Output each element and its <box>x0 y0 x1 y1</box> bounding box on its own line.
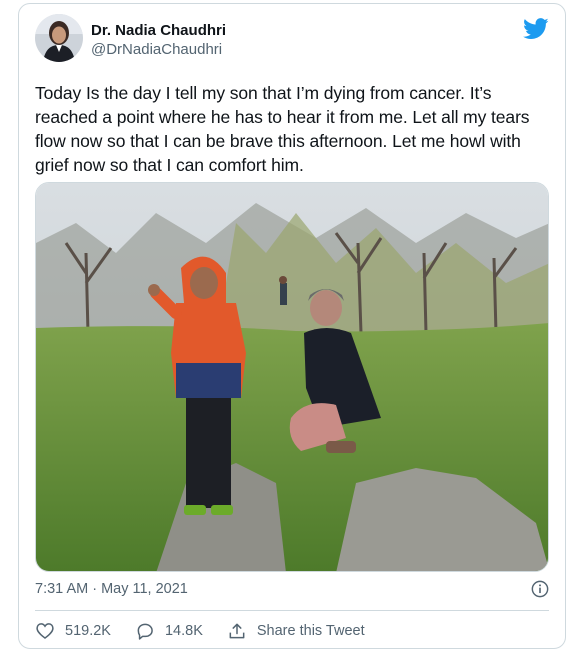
author-names: Dr. Nadia Chaudhri @DrNadiaChaudhri <box>91 22 226 60</box>
reply-count: 14.8K <box>164 623 203 639</box>
reply-button[interactable]: 14.8K <box>135 620 203 642</box>
user-handle[interactable]: @DrNadiaChaudhri <box>91 40 226 60</box>
tweet-text: Today Is the day I tell my son that I’m … <box>35 83 530 175</box>
info-icon[interactable] <box>531 580 549 598</box>
tweet-photo[interactable] <box>35 182 549 572</box>
share-button[interactable]: Share this Tweet <box>227 620 365 642</box>
like-button[interactable]: 519.2K <box>35 620 111 642</box>
display-name[interactable]: Dr. Nadia Chaudhri <box>91 22 226 40</box>
share-icon <box>229 623 245 639</box>
heart-icon <box>36 623 54 640</box>
reply-icon <box>137 623 153 640</box>
tweet-actions: 519.2K 14.8K Share this Tweet <box>35 620 389 642</box>
like-count: 519.2K <box>65 623 111 639</box>
share-label: Share this Tweet <box>256 623 365 639</box>
tweet-timestamp[interactable]: 7:31 AM · May 11, 2021 <box>35 581 188 597</box>
tweet-card[interactable]: Dr. Nadia Chaudhri @DrNadiaChaudhri Toda… <box>18 3 566 649</box>
tweet-meta: 7:31 AM · May 11, 2021 <box>35 578 549 600</box>
avatar[interactable] <box>35 14 83 62</box>
divider <box>35 610 549 611</box>
tweet-header: Dr. Nadia Chaudhri @DrNadiaChaudhri <box>35 14 549 66</box>
twitter-bird-icon[interactable] <box>523 18 549 40</box>
